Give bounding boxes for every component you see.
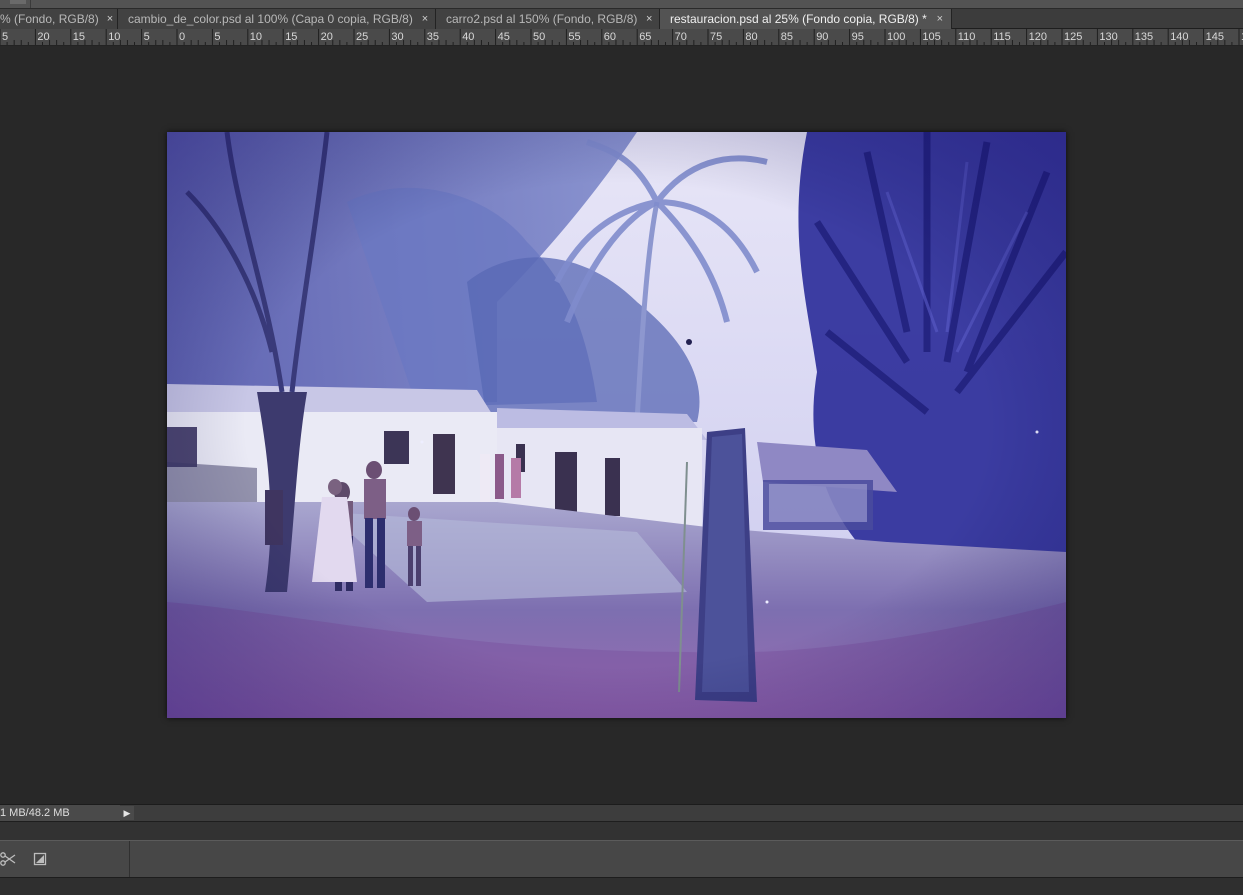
ruler-label: 10 [250,31,262,43]
status-menu-arrow-icon[interactable]: ▶ [120,806,134,820]
ruler-label: 65 [639,31,651,43]
tab-strip-empty [952,9,1243,28]
status-bar: 1 MB/48.2 MB ▶ [0,804,1243,821]
document-tab-label: restauracion.psd al 25% (Fondo copia, RG… [670,12,927,26]
timeline-controls [0,841,130,877]
ruler-label: 90 [816,31,828,43]
close-icon[interactable]: × [107,13,113,25]
document-image[interactable] [167,132,1066,718]
options-bar-control[interactable] [10,0,26,4]
ruler-label: 35 [427,31,439,43]
ruler-label: 55 [568,31,580,43]
document-tab[interactable]: % (Fondo, RGB/8) × [0,9,118,29]
ruler-label: 45 [498,31,510,43]
ruler-label: 60 [604,31,616,43]
document-tab[interactable]: carro2.psd al 150% (Fondo, RGB/8) × [436,9,660,29]
ruler-label: 100 [887,31,905,43]
scissors-icon[interactable] [0,851,16,867]
ruler-label: 125 [1064,31,1082,43]
restoration-photo [167,132,1066,718]
ruler-label: 20 [37,31,49,43]
ruler-label: 85 [781,31,793,43]
photoshop-window: % (Fondo, RGB/8) × cambio_de_color.psd a… [0,0,1243,895]
ruler-label: 40 [462,31,474,43]
ruler-label: 0 [179,31,185,43]
transition-icon[interactable] [32,851,48,867]
ruler-label: 5 [2,31,8,43]
ruler-label: 80 [745,31,757,43]
timeline-panel [0,840,1243,877]
document-tab-active[interactable]: restauracion.psd al 25% (Fondo copia, RG… [660,9,952,29]
ruler-label: 140 [1170,31,1188,43]
bottom-panel-strip [0,877,1243,895]
ruler-label: 5 [144,31,150,43]
ruler-label: 145 [1206,31,1224,43]
ruler-label: 15 [285,31,297,43]
options-bar [0,0,1243,9]
panel-divider [0,821,1243,840]
ruler-label: 95 [852,31,864,43]
ruler-label: 25 [356,31,368,43]
options-bar-divider [30,0,31,8]
canvas-area[interactable] [0,46,1243,804]
document-tab-strip: % (Fondo, RGB/8) × cambio_de_color.psd a… [0,9,1243,29]
ruler-label: 5 [214,31,220,43]
close-icon[interactable]: × [935,13,945,25]
document-size-readout[interactable]: 1 MB/48.2 MB [0,805,120,821]
ruler-label: 30 [391,31,403,43]
document-tab[interactable]: cambio_de_color.psd al 100% (Capa 0 copi… [118,9,436,29]
document-tab-label: % (Fondo, RGB/8) [0,12,99,26]
ruler-label: 120 [1029,31,1047,43]
ruler-label: 15 [73,31,85,43]
ruler-label: 130 [1099,31,1117,43]
ruler-label: 105 [922,31,940,43]
ruler-label: 20 [321,31,333,43]
ruler-ticks: 5 20 15 10 5 0 5 10 15 20 25 30 35 40 45 50 55 60 65 70 75 80… [0,29,1243,45]
ruler-label: 50 [533,31,545,43]
ruler-label: 110 [958,31,976,43]
document-tab-label: cambio_de_color.psd al 100% (Capa 0 copi… [128,12,413,26]
ruler-label: 70 [675,31,687,43]
horizontal-ruler[interactable]: 5 20 15 10 5 0 5 10 15 20 25 30 35 40 45 50 55 60 65 70 75 80… [0,29,1243,46]
close-icon[interactable]: × [421,13,429,25]
document-tab-label: carro2.psd al 150% (Fondo, RGB/8) [446,12,638,26]
ruler-label: 75 [710,31,722,43]
ruler-label: 135 [1135,31,1153,43]
ruler-label: 10 [108,31,120,43]
ruler-label: 115 [993,31,1011,43]
close-icon[interactable]: × [645,13,653,25]
